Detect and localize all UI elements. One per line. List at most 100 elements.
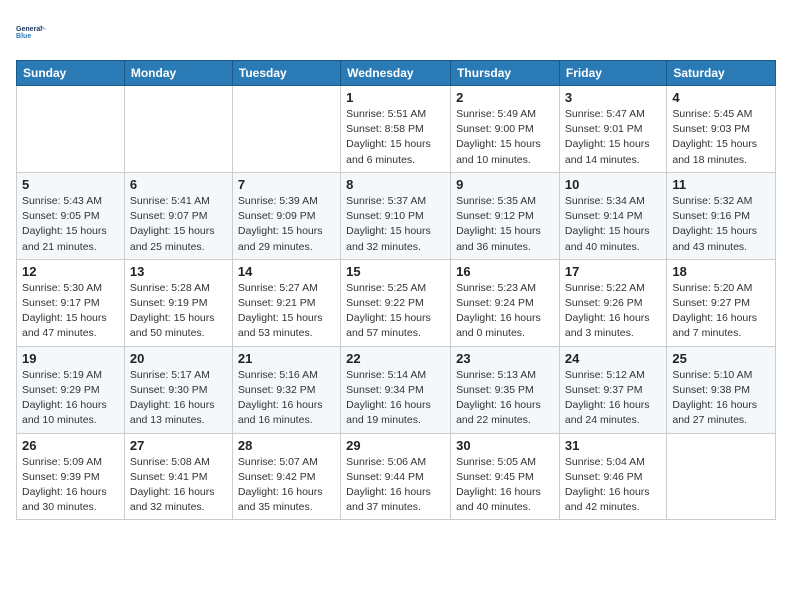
day-number: 7 <box>238 177 335 192</box>
week-row-3: 12 Sunrise: 5:30 AM Sunset: 9:17 PM Dayli… <box>17 259 776 346</box>
week-row-4: 19 Sunrise: 5:19 AM Sunset: 9:29 PM Dayli… <box>17 346 776 433</box>
day-number: 1 <box>346 90 445 105</box>
day-info: Sunrise: 5:43 AM Sunset: 9:05 PM Dayligh… <box>22 194 119 255</box>
day-number: 6 <box>130 177 227 192</box>
day-cell: 21 Sunrise: 5:16 AM Sunset: 9:32 PM Dayli… <box>232 346 340 433</box>
day-number: 9 <box>456 177 554 192</box>
day-info: Sunrise: 5:05 AM Sunset: 9:45 PM Dayligh… <box>456 455 554 516</box>
day-info: Sunrise: 5:51 AM Sunset: 8:58 PM Dayligh… <box>346 107 445 168</box>
day-number: 15 <box>346 264 445 279</box>
day-info: Sunrise: 5:07 AM Sunset: 9:42 PM Dayligh… <box>238 455 335 516</box>
day-info: Sunrise: 5:09 AM Sunset: 9:39 PM Dayligh… <box>22 455 119 516</box>
logo: GeneralBlue <box>16 16 48 48</box>
svg-text:General: General <box>16 26 42 33</box>
day-number: 11 <box>672 177 770 192</box>
header-row: SundayMondayTuesdayWednesdayThursdayFrid… <box>17 61 776 86</box>
day-cell: 29Sunrise: 5:06 AM Sunset: 9:44 PM Dayli… <box>341 433 451 520</box>
day-number: 8 <box>346 177 445 192</box>
day-number: 25 <box>672 351 770 366</box>
day-info: Sunrise: 5:06 AM Sunset: 9:44 PM Dayligh… <box>346 455 445 516</box>
day-cell: 7 Sunrise: 5:39 AM Sunset: 9:09 PM Daylig… <box>232 172 340 259</box>
day-cell: 25 Sunrise: 5:10 AM Sunset: 9:38 PM Dayli… <box>667 346 776 433</box>
column-header-wednesday: Wednesday <box>341 61 451 86</box>
day-info: Sunrise: 5:39 AM Sunset: 9:09 PM Dayligh… <box>238 194 335 255</box>
day-cell: 26 Sunrise: 5:09 AM Sunset: 9:39 PM Dayli… <box>17 433 125 520</box>
day-number: 26 <box>22 438 119 453</box>
day-number: 19 <box>22 351 119 366</box>
day-number: 21 <box>238 351 335 366</box>
day-cell: 4 Sunrise: 5:45 AM Sunset: 9:03 PM Daylig… <box>667 86 776 173</box>
day-info: Sunrise: 5:37 AM Sunset: 9:10 PM Dayligh… <box>346 194 445 255</box>
day-info: Sunrise: 5:17 AM Sunset: 9:30 PM Dayligh… <box>130 368 227 429</box>
day-cell: 11 Sunrise: 5:32 AM Sunset: 9:16 PM Dayli… <box>667 172 776 259</box>
day-info: Sunrise: 5:08 AM Sunset: 9:41 PM Dayligh… <box>130 455 227 516</box>
column-header-friday: Friday <box>559 61 666 86</box>
day-info: Sunrise: 5:14 AM Sunset: 9:34 PM Dayligh… <box>346 368 445 429</box>
day-info: Sunrise: 5:22 AM Sunset: 9:26 PM Dayligh… <box>565 281 661 342</box>
day-info: Sunrise: 5:10 AM Sunset: 9:38 PM Dayligh… <box>672 368 770 429</box>
day-info: Sunrise: 5:27 AM Sunset: 9:21 PM Dayligh… <box>238 281 335 342</box>
column-header-sunday: Sunday <box>17 61 125 86</box>
day-info: Sunrise: 5:30 AM Sunset: 9:17 PM Dayligh… <box>22 281 119 342</box>
day-cell: 12 Sunrise: 5:30 AM Sunset: 9:17 PM Dayli… <box>17 259 125 346</box>
week-row-1: 1 Sunrise: 5:51 AM Sunset: 8:58 PM Daylig… <box>17 86 776 173</box>
day-number: 27 <box>130 438 227 453</box>
day-info: Sunrise: 5:12 AM Sunset: 9:37 PM Dayligh… <box>565 368 661 429</box>
day-info: Sunrise: 5:28 AM Sunset: 9:19 PM Dayligh… <box>130 281 227 342</box>
day-info: Sunrise: 5:16 AM Sunset: 9:32 PM Dayligh… <box>238 368 335 429</box>
day-number: 14 <box>238 264 335 279</box>
day-number: 31 <box>565 438 661 453</box>
day-cell: 31 Sunrise: 5:04 AM Sunset: 9:46 PM Dayli… <box>559 433 666 520</box>
column-header-saturday: Saturday <box>667 61 776 86</box>
day-cell: 15 Sunrise: 5:25 AM Sunset: 9:22 PM Dayli… <box>341 259 451 346</box>
week-row-2: 5 Sunrise: 5:43 AM Sunset: 9:05 PM Daylig… <box>17 172 776 259</box>
page-header: GeneralBlue <box>16 16 776 48</box>
day-info: Sunrise: 5:41 AM Sunset: 9:07 PM Dayligh… <box>130 194 227 255</box>
day-info: Sunrise: 5:45 AM Sunset: 9:03 PM Dayligh… <box>672 107 770 168</box>
day-info: Sunrise: 5:47 AM Sunset: 9:01 PM Dayligh… <box>565 107 661 168</box>
day-info: Sunrise: 5:35 AM Sunset: 9:12 PM Dayligh… <box>456 194 554 255</box>
day-cell: 14 Sunrise: 5:27 AM Sunset: 9:21 PM Dayli… <box>232 259 340 346</box>
day-cell: 17Sunrise: 5:22 AM Sunset: 9:26 PM Dayli… <box>559 259 666 346</box>
day-info: Sunrise: 5:20 AM Sunset: 9:27 PM Dayligh… <box>672 281 770 342</box>
day-number: 30 <box>456 438 554 453</box>
day-info: Sunrise: 5:32 AM Sunset: 9:16 PM Dayligh… <box>672 194 770 255</box>
day-cell: 2Sunrise: 5:49 AM Sunset: 9:00 PM Daylig… <box>451 86 560 173</box>
day-cell <box>667 433 776 520</box>
day-cell: 9 Sunrise: 5:35 AM Sunset: 9:12 PM Daylig… <box>451 172 560 259</box>
day-cell <box>232 86 340 173</box>
day-number: 5 <box>22 177 119 192</box>
day-number: 20 <box>130 351 227 366</box>
day-number: 13 <box>130 264 227 279</box>
day-info: Sunrise: 5:13 AM Sunset: 9:35 PM Dayligh… <box>456 368 554 429</box>
day-number: 24 <box>565 351 661 366</box>
day-cell: 19 Sunrise: 5:19 AM Sunset: 9:29 PM Dayli… <box>17 346 125 433</box>
svg-text:Blue: Blue <box>16 33 31 40</box>
day-cell: 8 Sunrise: 5:37 AM Sunset: 9:10 PM Daylig… <box>341 172 451 259</box>
day-cell: 22Sunrise: 5:14 AM Sunset: 9:34 PM Dayli… <box>341 346 451 433</box>
day-number: 23 <box>456 351 554 366</box>
day-cell: 3Sunrise: 5:47 AM Sunset: 9:01 PM Daylig… <box>559 86 666 173</box>
day-cell: 23 Sunrise: 5:13 AM Sunset: 9:35 PM Dayli… <box>451 346 560 433</box>
column-header-tuesday: Tuesday <box>232 61 340 86</box>
day-cell <box>17 86 125 173</box>
day-info: Sunrise: 5:25 AM Sunset: 9:22 PM Dayligh… <box>346 281 445 342</box>
day-cell: 28 Sunrise: 5:07 AM Sunset: 9:42 PM Dayli… <box>232 433 340 520</box>
day-info: Sunrise: 5:19 AM Sunset: 9:29 PM Dayligh… <box>22 368 119 429</box>
day-info: Sunrise: 5:49 AM Sunset: 9:00 PM Dayligh… <box>456 107 554 168</box>
day-number: 4 <box>672 90 770 105</box>
day-info: Sunrise: 5:04 AM Sunset: 9:46 PM Dayligh… <box>565 455 661 516</box>
day-number: 10 <box>565 177 661 192</box>
day-cell <box>124 86 232 173</box>
day-number: 28 <box>238 438 335 453</box>
day-cell: 5 Sunrise: 5:43 AM Sunset: 9:05 PM Daylig… <box>17 172 125 259</box>
column-header-monday: Monday <box>124 61 232 86</box>
column-header-thursday: Thursday <box>451 61 560 86</box>
week-row-5: 26 Sunrise: 5:09 AM Sunset: 9:39 PM Dayli… <box>17 433 776 520</box>
day-info: Sunrise: 5:34 AM Sunset: 9:14 PM Dayligh… <box>565 194 661 255</box>
day-cell: 20 Sunrise: 5:17 AM Sunset: 9:30 PM Dayli… <box>124 346 232 433</box>
day-number: 12 <box>22 264 119 279</box>
day-cell: 27 Sunrise: 5:08 AM Sunset: 9:41 PM Dayli… <box>124 433 232 520</box>
calendar-table: SundayMondayTuesdayWednesdayThursdayFrid… <box>16 60 776 520</box>
day-cell: 24 Sunrise: 5:12 AM Sunset: 9:37 PM Dayli… <box>559 346 666 433</box>
